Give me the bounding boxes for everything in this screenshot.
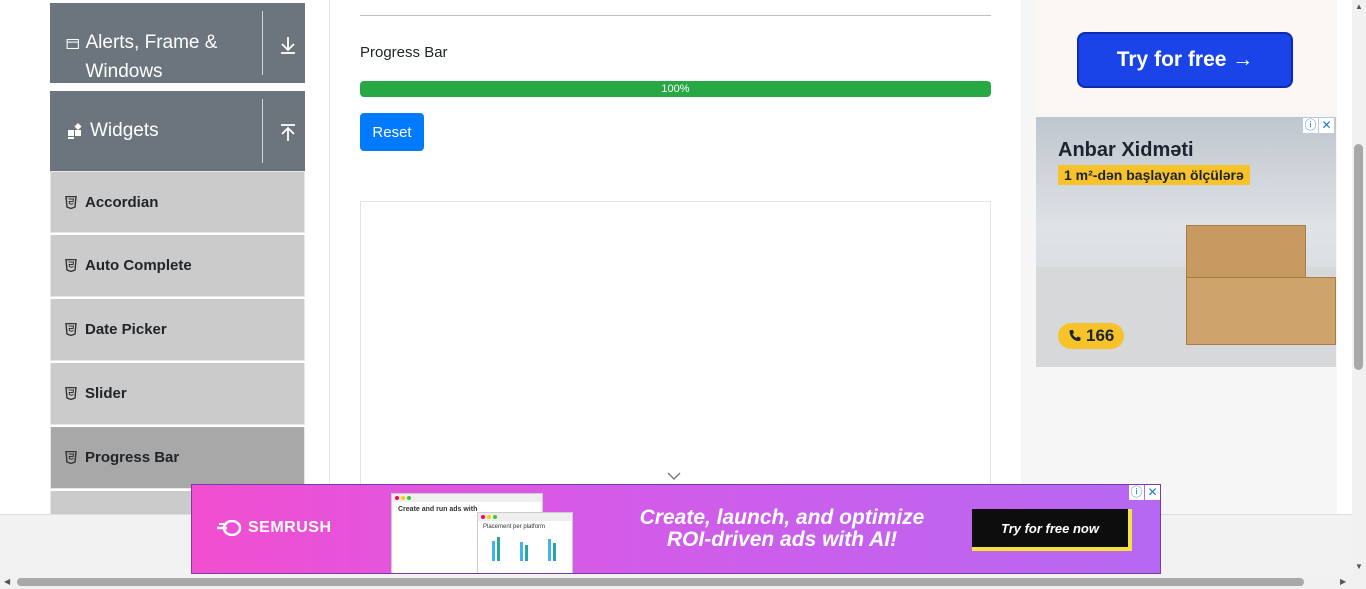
progress-bar-fill: 100% (360, 81, 991, 97)
phone-icon (1069, 330, 1081, 341)
semrush-flame-icon (217, 520, 242, 536)
ad-close-icon[interactable]: ✕ (1145, 485, 1160, 500)
ad-title: Anbar Xidməti (1058, 139, 1194, 161)
horizontal-scroll-thumb[interactable] (17, 578, 1304, 586)
mock-title: Placement per platform (483, 524, 546, 530)
menu-item-progress-bar[interactable]: Progress Bar (50, 427, 305, 489)
divider (262, 99, 263, 163)
html5-icon (65, 323, 77, 336)
left-sidebar: Alerts, Frame & Windows Widgets Accordia… (29, 0, 330, 521)
html5-icon (65, 259, 77, 272)
group-label: Widgets (90, 120, 159, 141)
arrow-up-icon[interactable] (278, 123, 298, 143)
menu-item-label: Auto Complete (85, 257, 192, 274)
menu-item-date-picker[interactable]: Date Picker (50, 299, 305, 361)
ad-phone-number: 166 (1086, 326, 1115, 345)
menu-item-label: Accordian (85, 193, 159, 211)
ad-close-icon[interactable]: ✕ (1319, 118, 1334, 133)
chevron-down-icon[interactable] (666, 470, 682, 482)
ad-info-icon[interactable]: ⓘ (1129, 485, 1144, 500)
menu-item-accordian[interactable]: Accordian (50, 171, 305, 233)
group-label: Alerts, Frame & Windows (85, 32, 218, 82)
progress-bar: 100% (360, 81, 991, 97)
group-widgets[interactable]: Widgets (50, 91, 305, 171)
banner-headline: Create, launch, and optimize ROI-driven … (639, 506, 925, 551)
vertical-scrollbar[interactable]: ▲ ▼ (1352, 0, 1366, 575)
scroll-down-arrow-icon[interactable]: ▼ (1355, 562, 1363, 571)
menu-item-auto-complete[interactable]: Auto Complete (50, 235, 305, 297)
widgets-icon (68, 122, 82, 139)
widgets-menu: Accordian Auto Complete Date Picker Slid… (50, 171, 305, 523)
menu-item-slider[interactable]: Slider (50, 363, 305, 425)
brand-name: SEMRUSH (248, 519, 332, 536)
vertical-scroll-thumb[interactable] (1354, 144, 1363, 370)
scroll-up-arrow-icon[interactable]: ▲ (1355, 2, 1363, 11)
try-for-free-now-button[interactable]: Try for free now (972, 509, 1132, 551)
horizontal-scrollbar[interactable]: ◀ ▶ (0, 575, 1366, 589)
group-alerts-frame-windows[interactable]: Alerts, Frame & Windows (50, 3, 305, 83)
warehouse-ad[interactable]: Anbar Xidməti 1 m²-dən başlayan ölçülərə… (1036, 117, 1336, 367)
semrush-logo: SEMRUSH (216, 519, 332, 537)
menu-item-label: Progress Bar (85, 449, 180, 466)
reset-button[interactable]: Reset (360, 113, 424, 151)
ad-mockup-window: Placement per platform (477, 512, 573, 573)
arrow-down-icon[interactable] (278, 35, 298, 55)
divider (262, 11, 263, 75)
ad-info-icon[interactable]: ⓘ (1303, 118, 1318, 133)
ad-subtitle: 1 m²-dən başlayan ölçülərə (1058, 165, 1250, 185)
html5-icon (65, 195, 77, 209)
mock-bar-chart (492, 537, 556, 561)
scroll-right-arrow-icon[interactable]: ▶ (1340, 577, 1346, 586)
progress-bar-label: Progress Bar (360, 44, 448, 61)
html5-icon (65, 451, 77, 464)
ad-phone: 166 (1058, 323, 1125, 349)
divider (360, 15, 991, 16)
window-icon (66, 38, 79, 50)
try-for-free-button[interactable]: Try for free → (1077, 32, 1293, 88)
menu-item-label: Slider (85, 385, 127, 402)
semrush-banner-ad[interactable]: SEMRUSH Create and run ads with Placemen… (191, 484, 1161, 574)
cardboard-box (1186, 277, 1336, 345)
html5-icon (65, 387, 77, 400)
menu-item-label: Date Picker (85, 321, 167, 338)
scroll-left-arrow-icon[interactable]: ◀ (4, 577, 10, 586)
